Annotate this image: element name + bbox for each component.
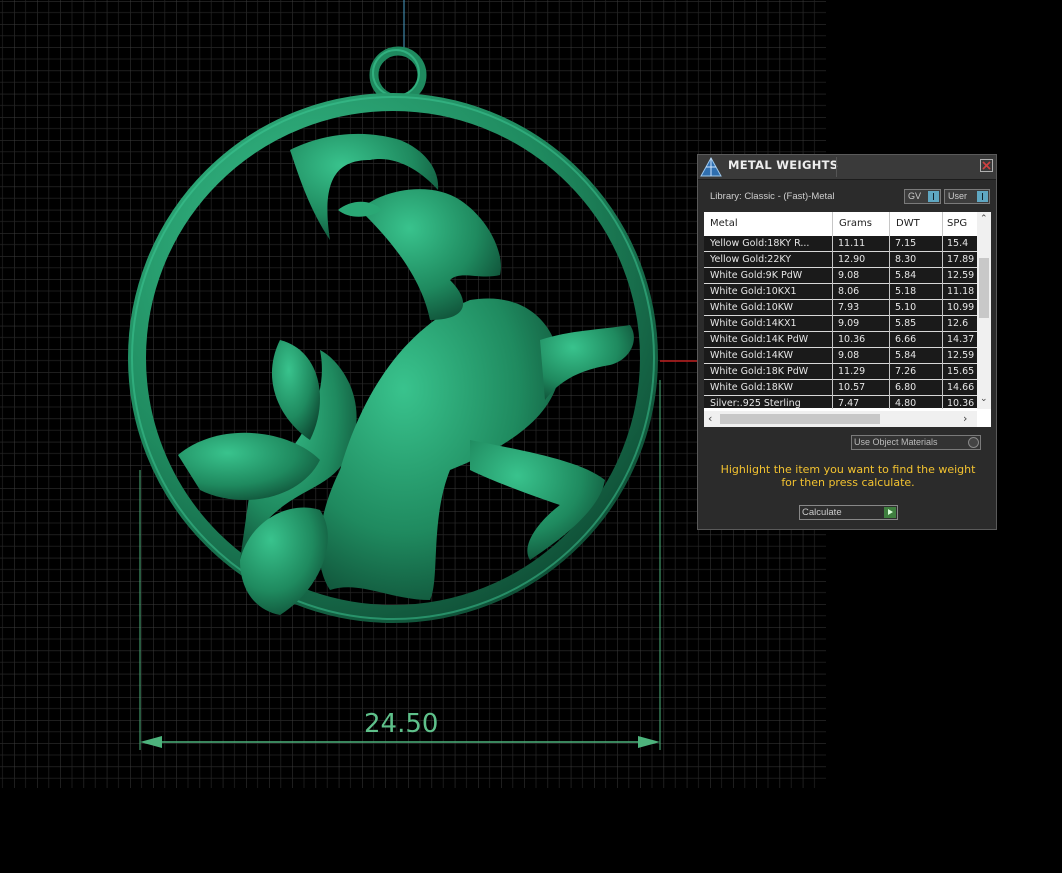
close-button[interactable] [980,159,993,172]
column-header-spg[interactable]: SPG [947,218,967,229]
title-divider [836,157,837,177]
cell-grams: 11.11 [838,238,866,249]
cell-dwt: 5.84 [895,350,917,361]
panel-title: METAL WEIGHTS [728,158,839,172]
cell-metal: White Gold:10KX1 [710,286,797,297]
calculate-label: Calculate [802,507,842,518]
calculate-button[interactable]: Calculate [799,505,898,520]
cell-metal: Yellow Gold:18KY R... [710,238,810,249]
cell-spg: 10.36 [947,398,975,408]
play-arrow-icon [884,507,896,518]
cell-grams: 10.36 [838,334,866,345]
cell-spg: 17.89 [947,254,975,265]
column-header-metal[interactable]: Metal [710,218,738,229]
table-row[interactable]: White Gold:9K PdW 9.08 5.84 12.59 [704,268,977,284]
cell-dwt: 6.80 [895,382,917,393]
table-row[interactable]: Yellow Gold:22KY 12.90 8.30 17.89 [704,252,977,268]
cell-grams: 8.06 [838,286,860,297]
table-row[interactable]: White Gold:14KW 9.08 5.84 12.59 [704,348,977,364]
column-separator [889,212,890,409]
instruction-message: Highlight the item you want to find the … [710,463,986,489]
cell-spg: 12.59 [947,270,975,281]
cell-dwt: 5.18 [895,286,917,297]
cell-spg: 14.37 [947,334,975,345]
cell-metal: Silver:.925 Sterling [710,398,801,408]
cell-dwt: 4.80 [895,398,917,408]
cell-spg: 15.65 [947,366,975,377]
cell-metal: Yellow Gold:22KY [710,254,792,265]
cell-grams: 9.08 [838,270,860,281]
instruction-line-2: for then press calculate. [781,476,915,489]
cell-spg: 14.66 [947,382,975,393]
column-header-dwt[interactable]: DWT [896,218,920,229]
table-row[interactable]: White Gold:18K PdW 11.29 7.26 15.65 [704,364,977,380]
user-toggle[interactable]: User [944,189,990,204]
cell-spg: 11.18 [947,286,975,297]
cell-dwt: 6.66 [895,334,917,345]
cell-metal: White Gold:9K PdW [710,270,803,281]
gv-toggle[interactable]: GV [904,189,941,204]
table-row[interactable]: Silver:.925 Sterling 7.47 4.80 10.36 [704,396,977,408]
column-header-grams[interactable]: Grams [839,218,872,229]
cell-spg: 12.6 [947,318,969,329]
horizontal-scrollbar[interactable]: ‹ › [704,411,977,427]
use-object-materials-toggle[interactable]: Use Object Materials [851,435,981,450]
scroll-down-icon[interactable]: ⌄ [980,394,988,404]
table-row[interactable]: White Gold:10KX1 8.06 5.18 11.18 [704,284,977,300]
table-body: Yellow Gold:18KY R... 11.11 7.15 15.4 Ye… [704,236,977,408]
cell-metal: White Gold:18K PdW [710,366,809,377]
cell-dwt: 5.84 [895,270,917,281]
instruction-line-1: Highlight the item you want to find the … [720,463,976,476]
cell-grams: 10.57 [838,382,866,393]
scroll-right-icon[interactable]: › [963,412,967,425]
cell-metal: White Gold:14KX1 [710,318,797,329]
table-row[interactable]: Yellow Gold:18KY R... 11.11 7.15 15.4 [704,236,977,252]
metal-weights-panel: METAL WEIGHTS Library: Classic - (Fast)-… [697,154,997,530]
cell-grams: 12.90 [838,254,866,265]
table-row[interactable]: White Gold:14KX1 9.09 5.85 12.6 [704,316,977,332]
cell-dwt: 8.30 [895,254,917,265]
table-row[interactable]: White Gold:14K PdW 10.36 6.66 14.37 [704,332,977,348]
close-icon [982,161,991,170]
gv-toggle-indicator [928,191,939,202]
cell-dwt: 7.26 [895,366,917,377]
cell-metal: White Gold:14K PdW [710,334,809,345]
panel-titlebar[interactable]: METAL WEIGHTS [698,155,996,180]
cell-grams: 9.08 [838,350,860,361]
column-separator [832,212,833,409]
cell-grams: 11.29 [838,366,866,377]
radio-icon [968,437,979,448]
table-row[interactable]: White Gold:10KW 7.93 5.10 10.99 [704,300,977,316]
cell-dwt: 7.15 [895,238,917,249]
vertical-scrollbar[interactable]: ⌃ ⌄ [977,212,991,409]
cell-metal: White Gold:18KW [710,382,794,393]
scroll-up-icon[interactable]: ⌃ [980,214,988,224]
library-label: Library: Classic - (Fast)-Metal [710,191,835,202]
horizontal-scroll-thumb[interactable] [720,414,880,424]
cell-grams: 7.47 [838,398,860,408]
cell-metal: White Gold:10KW [710,302,794,313]
column-separator [942,212,943,409]
use-object-materials-label: Use Object Materials [854,437,938,447]
cell-dwt: 5.85 [895,318,917,329]
app-logo-icon [700,157,722,177]
table-header: Metal Grams DWT SPG [704,212,977,236]
cell-metal: White Gold:14KW [710,350,794,361]
cell-grams: 9.09 [838,318,860,329]
dimension-value: 24.50 [364,709,439,739]
vertical-scroll-thumb[interactable] [979,258,989,318]
cell-spg: 12.59 [947,350,975,361]
scroll-left-icon[interactable]: ‹ [708,412,712,425]
user-toggle-label: User [948,191,968,201]
cell-spg: 10.99 [947,302,975,313]
cell-spg: 15.4 [947,238,969,249]
cell-dwt: 5.10 [895,302,917,313]
gv-toggle-label: GV [908,191,922,201]
user-toggle-indicator [977,191,988,202]
table-row[interactable]: White Gold:18KW 10.57 6.80 14.66 [704,380,977,396]
cell-grams: 7.93 [838,302,860,313]
metal-table[interactable]: Metal Grams DWT SPG Yellow Gold:18KY R..… [704,212,991,427]
